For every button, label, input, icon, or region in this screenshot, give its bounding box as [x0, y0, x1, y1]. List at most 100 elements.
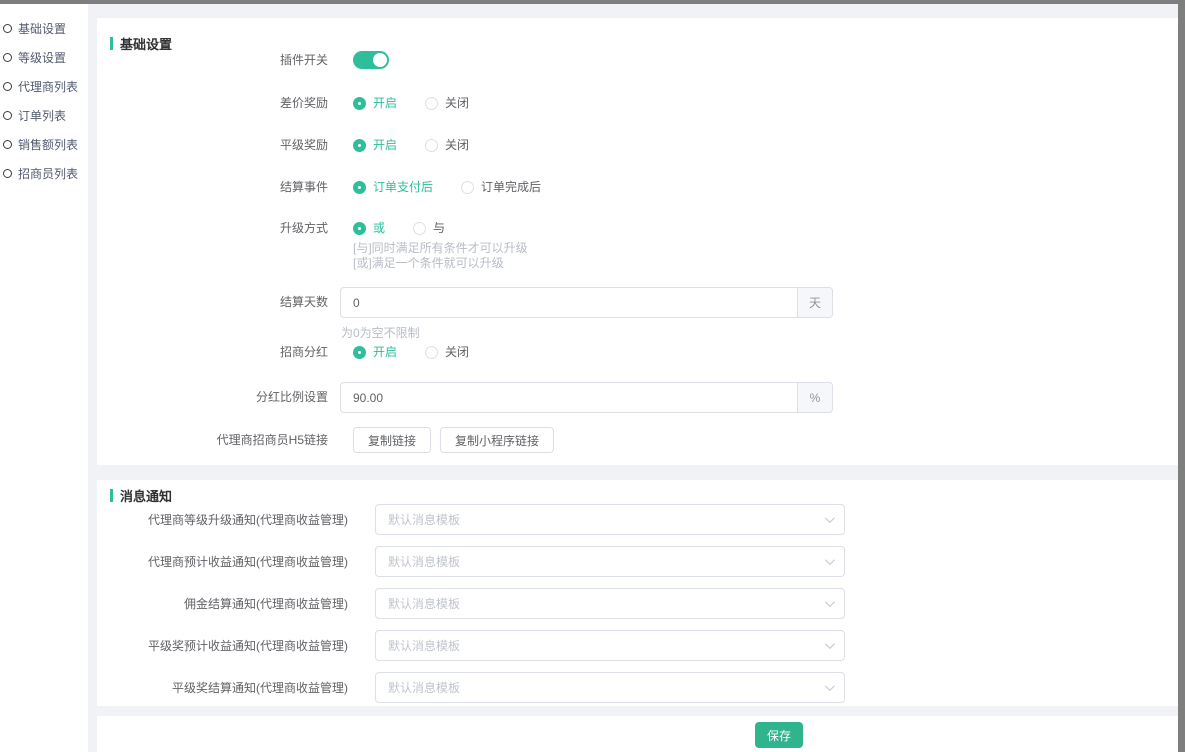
radio-option-after-pay[interactable]: 订单支付后 [353, 179, 433, 195]
upgrade-mode-help-and: [与]同时满足所有条件才可以升级 [353, 241, 528, 256]
input-suffix-unit: 天 [797, 288, 832, 317]
input-suffix-percent: % [797, 383, 832, 412]
commission-settlement-notify-row: 佣金结算通知(代理商收益管理) 默认消息模板 [97, 582, 1178, 624]
radio-option-off[interactable]: 关闭 [425, 344, 469, 360]
radio-option-after-complete[interactable]: 订单完成后 [461, 179, 541, 195]
radio-selected-icon [353, 181, 366, 194]
radio-unselected-icon [425, 346, 438, 359]
chevron-down-icon [825, 681, 835, 691]
same-level-reward-row: 平级奖励 开启 关闭 [97, 137, 497, 153]
circle-icon [3, 53, 12, 62]
sidebar-item-recruiter-list[interactable]: 招商员列表 [0, 159, 88, 188]
radio-label: 订单完成后 [481, 179, 541, 195]
agent-expected-income-notify-row: 代理商预计收益通知(代理商收益管理) 默认消息模板 [97, 540, 1178, 582]
sidebar-item-label: 代理商列表 [18, 78, 78, 95]
settlement-days-input-wrap: 天 [340, 287, 833, 318]
chevron-down-icon [825, 597, 835, 607]
agent-level-upgrade-notify-row: 代理商等级升级通知(代理商收益管理) 默认消息模板 [97, 498, 1178, 540]
copy-miniprogram-link-button[interactable]: 复制小程序链接 [440, 427, 554, 453]
peer-reward-settlement-notify-row: 平级奖结算通知(代理商收益管理) 默认消息模板 [97, 666, 1178, 708]
copy-link-button[interactable]: 复制链接 [353, 427, 431, 453]
sidebar-item-label: 基础设置 [18, 20, 66, 37]
radio-label: 订单支付后 [373, 179, 433, 195]
settlement-event-radio-group: 订单支付后 订单完成后 [353, 179, 569, 195]
sidebar-item-sales-list[interactable]: 销售额列表 [0, 130, 88, 159]
sidebar-item-order-list[interactable]: 订单列表 [0, 101, 88, 130]
chevron-down-icon [825, 639, 835, 649]
sidebar-item-label: 订单列表 [18, 107, 66, 124]
field-label: 平级奖预计收益通知(代理商收益管理) [97, 637, 348, 654]
toggle-knob-icon [373, 53, 387, 67]
radio-label: 开启 [373, 137, 397, 153]
plugin-switch-toggle[interactable] [353, 51, 389, 69]
recruit-dividend-row: 招商分红 开启 关闭 [97, 344, 497, 360]
basic-settings-card: 基础设置 插件开关 差价奖励 开启 关闭 平级奖励 开启 [97, 18, 1178, 465]
field-label: 代理商招商员H5链接 [97, 427, 340, 453]
peer-reward-expected-income-notify-select[interactable]: 默认消息模板 [375, 630, 845, 661]
field-label: 代理商预计收益通知(代理商收益管理) [97, 553, 348, 570]
peer-reward-expected-income-notify-row: 平级奖预计收益通知(代理商收益管理) 默认消息模板 [97, 624, 1178, 666]
footer-bar: 保存 [97, 716, 1178, 752]
settlement-days-row: 结算天数 天 为0为空不限制 [97, 287, 833, 341]
chevron-down-icon [825, 513, 835, 523]
h5-link-row: 代理商招商员H5链接 复制链接 复制小程序链接 [97, 427, 563, 453]
commission-settlement-notify-select[interactable]: 默认消息模板 [375, 588, 845, 619]
title-accent-bar-icon [110, 37, 113, 50]
price-diff-reward-row: 差价奖励 开启 关闭 [97, 95, 497, 111]
dividend-ratio-row: 分红比例设置 % [97, 382, 833, 413]
radio-option-off[interactable]: 关闭 [425, 137, 469, 153]
radio-label: 开启 [373, 344, 397, 360]
sidebar-item-agent-list[interactable]: 代理商列表 [0, 72, 88, 101]
radio-label: 关闭 [445, 137, 469, 153]
message-notification-card: 消息通知 代理商等级升级通知(代理商收益管理) 默认消息模板 代理商预计收益通知… [97, 480, 1178, 706]
peer-reward-settlement-notify-select[interactable]: 默认消息模板 [375, 672, 845, 703]
sidebar-item-label: 等级设置 [18, 49, 66, 66]
circle-icon [3, 24, 12, 33]
upgrade-mode-radio-group: 或 与 [353, 220, 528, 236]
circle-icon [3, 169, 12, 178]
settlement-days-input[interactable] [341, 288, 797, 317]
plugin-switch-row: 插件开关 [97, 50, 389, 70]
circle-icon [3, 82, 12, 91]
sidebar-item-label: 招商员列表 [18, 165, 78, 182]
field-label: 结算事件 [97, 179, 340, 195]
dividend-ratio-input-wrap: % [340, 382, 833, 413]
radio-label: 关闭 [445, 344, 469, 360]
notification-rows: 代理商等级升级通知(代理商收益管理) 默认消息模板 代理商预计收益通知(代理商收… [97, 498, 1178, 708]
dividend-ratio-input[interactable] [341, 383, 797, 412]
sidebar-item-label: 销售额列表 [18, 136, 78, 153]
save-button[interactable]: 保存 [755, 722, 803, 748]
agent-expected-income-notify-select[interactable]: 默认消息模板 [375, 546, 845, 577]
price-diff-reward-radio-group: 开启 关闭 [353, 95, 497, 111]
radio-selected-icon [353, 346, 366, 359]
radio-option-on[interactable]: 开启 [353, 95, 397, 111]
radio-option-off[interactable]: 关闭 [425, 95, 469, 111]
radio-unselected-icon [425, 97, 438, 110]
window-top-border [0, 0, 1185, 4]
sidebar-item-basic-settings[interactable]: 基础设置 [0, 14, 88, 43]
same-level-reward-radio-group: 开启 关闭 [353, 137, 497, 153]
select-placeholder: 默认消息模板 [388, 511, 460, 528]
radio-option-or[interactable]: 或 [353, 220, 385, 236]
radio-option-on[interactable]: 开启 [353, 344, 397, 360]
circle-icon [3, 140, 12, 149]
field-label: 代理商等级升级通知(代理商收益管理) [97, 511, 348, 528]
radio-option-on[interactable]: 开启 [353, 137, 397, 153]
agent-level-upgrade-notify-select[interactable]: 默认消息模板 [375, 504, 845, 535]
settlement-event-row: 结算事件 订单支付后 订单完成后 [97, 179, 569, 195]
field-label: 插件开关 [97, 50, 340, 70]
select-placeholder: 默认消息模板 [388, 679, 460, 696]
select-placeholder: 默认消息模板 [388, 553, 460, 570]
chevron-down-icon [825, 555, 835, 565]
sidebar-item-level-settings[interactable]: 等级设置 [0, 43, 88, 72]
field-label: 平级奖结算通知(代理商收益管理) [97, 679, 348, 696]
settlement-days-help: 为0为空不限制 [340, 324, 833, 341]
recruit-dividend-radio-group: 开启 关闭 [353, 344, 497, 360]
radio-label: 开启 [373, 95, 397, 111]
radio-selected-icon [353, 97, 366, 110]
field-label: 结算天数 [97, 287, 340, 318]
radio-option-and[interactable]: 与 [413, 220, 445, 236]
select-placeholder: 默认消息模板 [388, 595, 460, 612]
scrollbar[interactable] [1178, 0, 1185, 752]
select-placeholder: 默认消息模板 [388, 637, 460, 654]
